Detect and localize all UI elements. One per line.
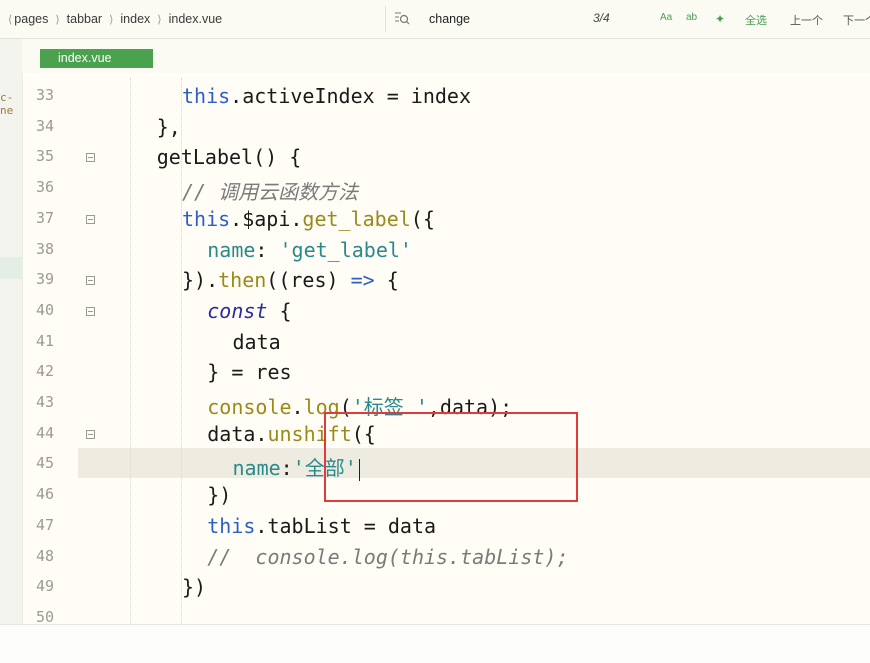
line-number: 45 [36,454,55,473]
code-token: }, [156,114,181,139]
highlight-box [324,412,578,502]
match-count: 3/4 [593,11,610,25]
code-line[interactable]: getLabel() { [157,145,302,169]
code-token: : [280,456,293,481]
sidebar-fragment[interactable]: c-ne [0,91,22,117]
line-number: 40 [36,300,55,319]
code-token: : [255,237,280,262]
code-token: name [207,237,256,262]
line-number: 36 [36,178,55,197]
line-number: 43 [36,393,55,411]
code-token: then [218,268,267,293]
code-token: this [182,206,231,231]
code-token: => [350,268,375,293]
line-number: 46 [36,485,55,504]
top-bar: ⟨ pages ⟩ tabbar ⟩ index ⟩ index.vue cha… [0,0,870,39]
find-bar: change 3/4 Aa ab ✦ 全选 上一个 下一个 [385,6,870,32]
find-input[interactable]: change [429,12,470,26]
code-token: }) [207,483,232,508]
code-token: .$api. [230,206,303,231]
code-line[interactable]: }) [182,575,206,599]
match-case-toggle[interactable]: Aa [660,12,672,23]
breadcrumb-item[interactable]: tabbar [67,12,102,26]
code-token: { [374,268,399,293]
code-line[interactable]: this.$api.get_label({ [182,207,435,231]
code-line[interactable]: data [233,330,281,354]
project-sidebar: c-ne [0,39,23,624]
code-line[interactable]: name: 'get_label' [207,238,412,262]
sidebar-selected-item[interactable] [0,257,22,279]
code-token: const [207,298,268,323]
breadcrumb-item[interactable]: pages [14,12,48,26]
line-number: 47 [36,515,55,534]
code-token: ((res) [266,268,351,293]
line-number: 49 [36,577,55,596]
code-line[interactable]: }).then((res) => { [182,268,399,292]
fold-toggle-icon[interactable] [86,153,95,163]
regex-icon[interactable]: ✦ [715,12,725,26]
chevron-left-icon[interactable]: ⟨ [8,13,12,26]
code-token: .activeIndex = index [230,84,471,108]
previous-match-button[interactable]: 上一个 [790,12,823,28]
line-number: 33 [36,86,55,104]
chevron-right-icon: ⟩ [109,13,114,26]
whole-word-toggle[interactable]: ab [686,12,697,23]
code-token: data. [207,421,268,446]
code-token: } = res [207,360,292,385]
code-line[interactable]: // 调用云函数方法 [182,176,358,205]
code-token: { [267,298,292,323]
code-line[interactable]: } = res [207,360,291,384]
line-number-gutter: 33 34 35 36 37 38 39 40 41 42 43 44 45 46 47 48 49 50 [22,78,95,626]
line-number: 38 [36,239,55,258]
chevron-right-icon: ⟩ [157,13,162,26]
line-number: 44 [36,423,55,442]
editor-bottom [0,624,870,663]
line-number: 39 [36,270,55,289]
indent-guide [130,78,131,624]
code-token: .tabList = data [255,513,437,538]
code-token: }) [182,575,207,600]
code-token: name [232,456,281,481]
code-line[interactable]: this.tabList = data [207,514,436,538]
code-token: // console.log(this.tabList); [207,544,569,569]
code-line[interactable]: this.activeIndex = index [182,84,471,108]
select-all-button[interactable]: 全选 [745,12,767,28]
line-number: 35 [36,147,55,166]
next-match-button[interactable]: 下一个 [843,12,870,28]
line-number: 48 [36,546,55,565]
code-token: console [207,395,292,419]
breadcrumb-item[interactable]: index.vue [169,12,223,26]
code-token: ({ [410,206,435,231]
code-token: // 调用云函数方法 [182,180,359,205]
code-line[interactable]: const { [207,299,291,323]
code-line[interactable]: // console.log(this.tabList); [207,545,568,569]
fold-toggle-icon[interactable] [86,429,95,439]
line-number: 34 [36,116,55,135]
fold-toggle-icon[interactable] [86,306,95,316]
code-line[interactable]: }) [207,483,231,507]
code-token: . [291,395,304,419]
code-token: }). [182,268,219,293]
fold-toggle-icon[interactable] [86,276,95,286]
code-token: data [232,329,281,354]
code-token: 'get_label' [279,237,412,262]
line-number: 37 [36,208,55,227]
breadcrumb-item[interactable]: index [120,12,150,26]
code-token: getLabel() { [156,145,302,170]
line-number: 41 [36,331,55,350]
search-icon[interactable] [394,10,410,26]
code-token: this [182,84,231,108]
tab-index-vue[interactable]: index.vue [40,49,153,68]
code-token: get_label [302,206,411,231]
line-number: 42 [36,362,55,381]
code-line[interactable]: }, [157,115,181,139]
code-token: this [207,513,256,538]
fold-toggle-icon[interactable] [86,214,95,224]
chevron-right-icon: ⟩ [55,13,60,26]
breadcrumb: ⟨ pages ⟩ tabbar ⟩ index ⟩ index.vue [0,9,222,29]
